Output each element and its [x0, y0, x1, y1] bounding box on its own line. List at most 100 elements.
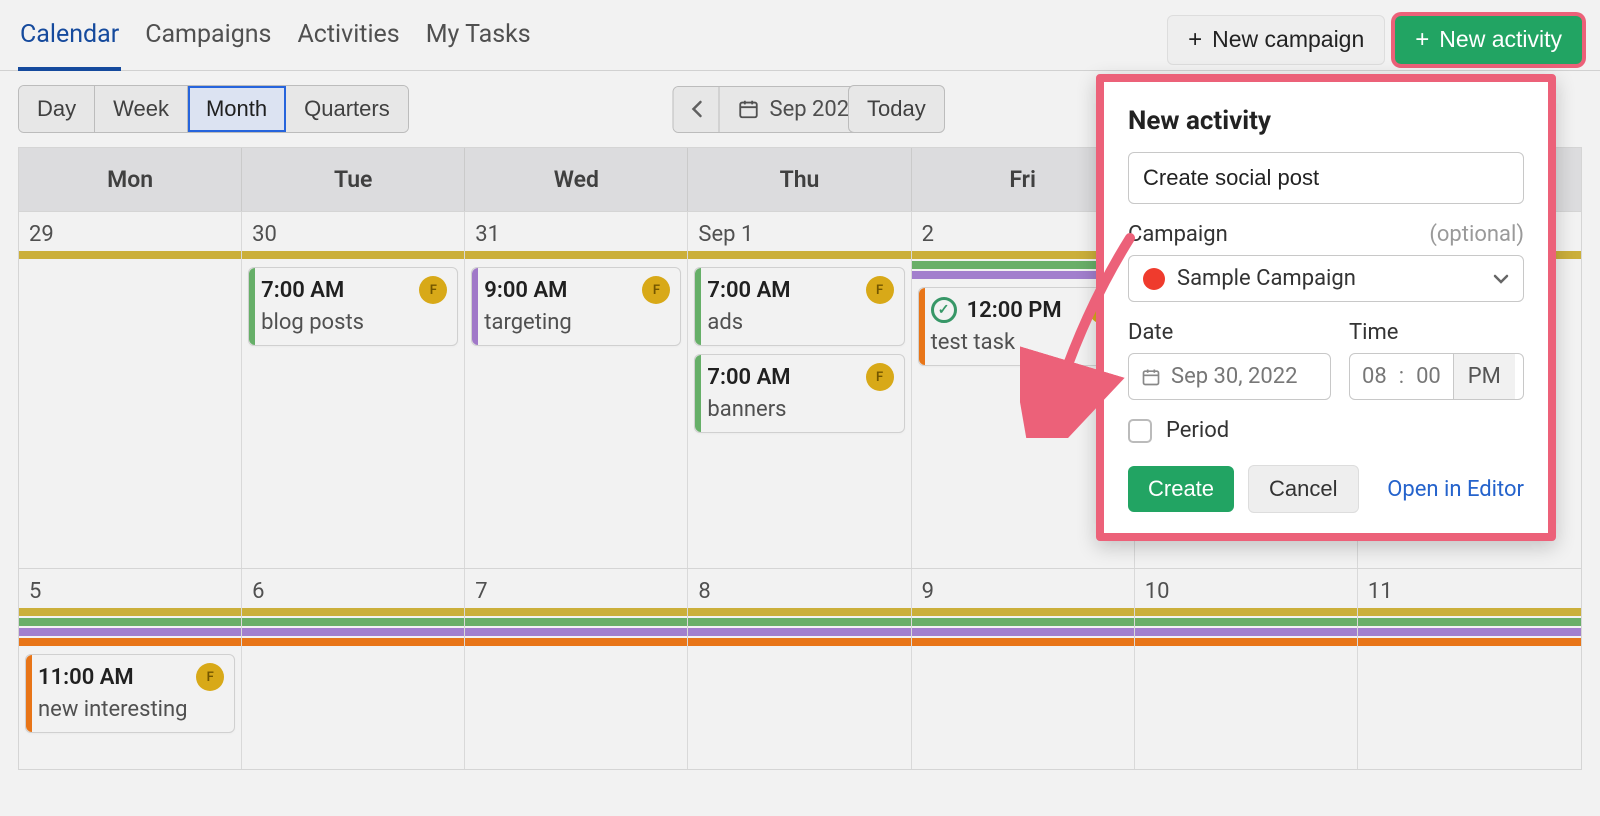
- campaign-stripe[interactable]: [242, 628, 464, 636]
- campaign-stripe[interactable]: [19, 251, 241, 259]
- plus-icon: +: [1188, 26, 1202, 54]
- event-title: test task: [931, 330, 1117, 355]
- activity-name-input[interactable]: [1128, 152, 1524, 204]
- campaign-stripe[interactable]: [242, 638, 464, 646]
- view-week[interactable]: Week: [95, 86, 188, 132]
- avatar: F: [866, 363, 894, 391]
- campaign-stripe[interactable]: [1358, 608, 1581, 616]
- cell-9[interactable]: 9: [912, 569, 1135, 769]
- campaign-stripe[interactable]: [242, 608, 464, 616]
- topbar: Calendar Campaigns Activities My Tasks +…: [0, 0, 1600, 71]
- period-label: Period: [1166, 418, 1229, 443]
- campaign-stripe[interactable]: [1358, 618, 1581, 626]
- campaign-stripe[interactable]: [465, 251, 687, 259]
- tab-campaigns[interactable]: Campaigns: [143, 8, 273, 71]
- campaign-stripe[interactable]: [688, 251, 910, 259]
- campaign-stripe[interactable]: [912, 638, 1134, 646]
- date-value: Sep 30, 2022: [1171, 364, 1298, 389]
- cell-29[interactable]: 29: [19, 212, 242, 568]
- campaign-stripe[interactable]: [688, 628, 910, 636]
- campaign-stripe[interactable]: [688, 608, 910, 616]
- view-segmented: Day Week Month Quarters: [18, 85, 409, 133]
- campaign-stripe[interactable]: [1135, 628, 1357, 636]
- event-card[interactable]: 7:00 AM F ads: [694, 267, 904, 346]
- date-num: 8: [688, 569, 910, 604]
- cell-10[interactable]: 10: [1135, 569, 1358, 769]
- campaign-stripe[interactable]: [1358, 638, 1581, 646]
- cell-6[interactable]: 6: [242, 569, 465, 769]
- campaign-stripe[interactable]: [465, 618, 687, 626]
- cell-8[interactable]: 8: [688, 569, 911, 769]
- time-mm[interactable]: 00: [1404, 354, 1453, 399]
- tab-mytasks[interactable]: My Tasks: [424, 8, 533, 71]
- create-button[interactable]: Create: [1128, 466, 1234, 512]
- event-color-bar: [695, 268, 701, 345]
- tab-activities[interactable]: Activities: [295, 8, 401, 71]
- avatar: F: [642, 276, 670, 304]
- event-color-bar: [695, 355, 701, 432]
- event-card[interactable]: 7:00 AM F blog posts: [248, 267, 458, 346]
- top-right: + New campaign + New activity: [1167, 15, 1582, 65]
- campaign-stripe[interactable]: [19, 608, 241, 616]
- tab-calendar[interactable]: Calendar: [18, 8, 121, 71]
- campaign-stripe[interactable]: [912, 608, 1134, 616]
- dayhead-thu: Thu: [688, 148, 911, 211]
- event-time: 7:00 AM: [707, 278, 790, 303]
- event-card[interactable]: 9:00 AM F targeting: [471, 267, 681, 346]
- new-activity-popover: New activity Campaign (optional) Sample …: [1096, 74, 1556, 541]
- event-title: banners: [707, 397, 893, 422]
- prev-period-button[interactable]: [674, 87, 720, 132]
- date-num: 9: [912, 569, 1134, 604]
- today-button[interactable]: Today: [848, 85, 945, 133]
- time-input[interactable]: 08 : 00 PM: [1349, 353, 1524, 400]
- new-campaign-button[interactable]: + New campaign: [1167, 15, 1385, 65]
- cancel-button[interactable]: Cancel: [1248, 465, 1358, 513]
- campaign-stripe[interactable]: [912, 628, 1134, 636]
- cell-31[interactable]: 31 9:00 AM F targeting: [465, 212, 688, 568]
- campaign-stripe[interactable]: [465, 638, 687, 646]
- new-activity-button[interactable]: + New activity: [1395, 16, 1582, 64]
- campaign-select[interactable]: Sample Campaign: [1128, 255, 1524, 302]
- campaign-stripe[interactable]: [1135, 608, 1357, 616]
- period-checkbox[interactable]: [1128, 419, 1152, 443]
- event-time: 11:00 AM: [38, 665, 134, 690]
- chevron-left-icon: [690, 100, 702, 118]
- campaign-stripe[interactable]: [19, 618, 241, 626]
- date-input[interactable]: Sep 30, 2022: [1128, 353, 1331, 400]
- cell-7[interactable]: 7: [465, 569, 688, 769]
- date-num: 11: [1358, 569, 1581, 604]
- event-time: 12:00 PM: [967, 298, 1062, 323]
- campaign-stripe[interactable]: [912, 618, 1134, 626]
- calendar-icon: [738, 98, 760, 120]
- campaign-stripe[interactable]: [19, 638, 241, 646]
- cell-11[interactable]: 11: [1358, 569, 1581, 769]
- campaign-stripe[interactable]: [688, 638, 910, 646]
- event-card[interactable]: 11:00 AM F new interesting: [25, 654, 235, 733]
- view-month[interactable]: Month: [188, 86, 286, 132]
- campaign-stripe[interactable]: [465, 608, 687, 616]
- event-card[interactable]: 7:00 AM F banners: [694, 354, 904, 433]
- campaign-stripe[interactable]: [1135, 638, 1357, 646]
- date-num: Sep 1: [688, 212, 910, 247]
- chevron-down-icon: [1493, 274, 1509, 284]
- campaign-stripe[interactable]: [1358, 628, 1581, 636]
- cell-5[interactable]: 5 11:00 AM F new interesting: [19, 569, 242, 769]
- event-color-bar: [919, 288, 925, 365]
- cell-sep1[interactable]: Sep 1 7:00 AM F ads 7:00 AM F banners: [688, 212, 911, 568]
- campaign-stripe[interactable]: [688, 618, 910, 626]
- time-hh[interactable]: 08: [1350, 354, 1399, 399]
- time-ampm-toggle[interactable]: PM: [1453, 354, 1515, 399]
- view-day[interactable]: Day: [19, 86, 95, 132]
- open-in-editor-link[interactable]: Open in Editor: [1387, 477, 1524, 502]
- campaign-stripe[interactable]: [19, 628, 241, 636]
- campaign-stripe[interactable]: [242, 251, 464, 259]
- view-quarters[interactable]: Quarters: [286, 86, 408, 132]
- event-time: 7:00 AM: [707, 365, 790, 390]
- campaign-stripe[interactable]: [242, 618, 464, 626]
- cell-30[interactable]: 30 7:00 AM F blog posts: [242, 212, 465, 568]
- campaign-stripe[interactable]: [1135, 618, 1357, 626]
- avatar: F: [866, 276, 894, 304]
- week-row-2: 5 11:00 AM F new interesting 6 7: [19, 568, 1581, 769]
- campaign-stripe[interactable]: [465, 628, 687, 636]
- date-num: 10: [1135, 569, 1357, 604]
